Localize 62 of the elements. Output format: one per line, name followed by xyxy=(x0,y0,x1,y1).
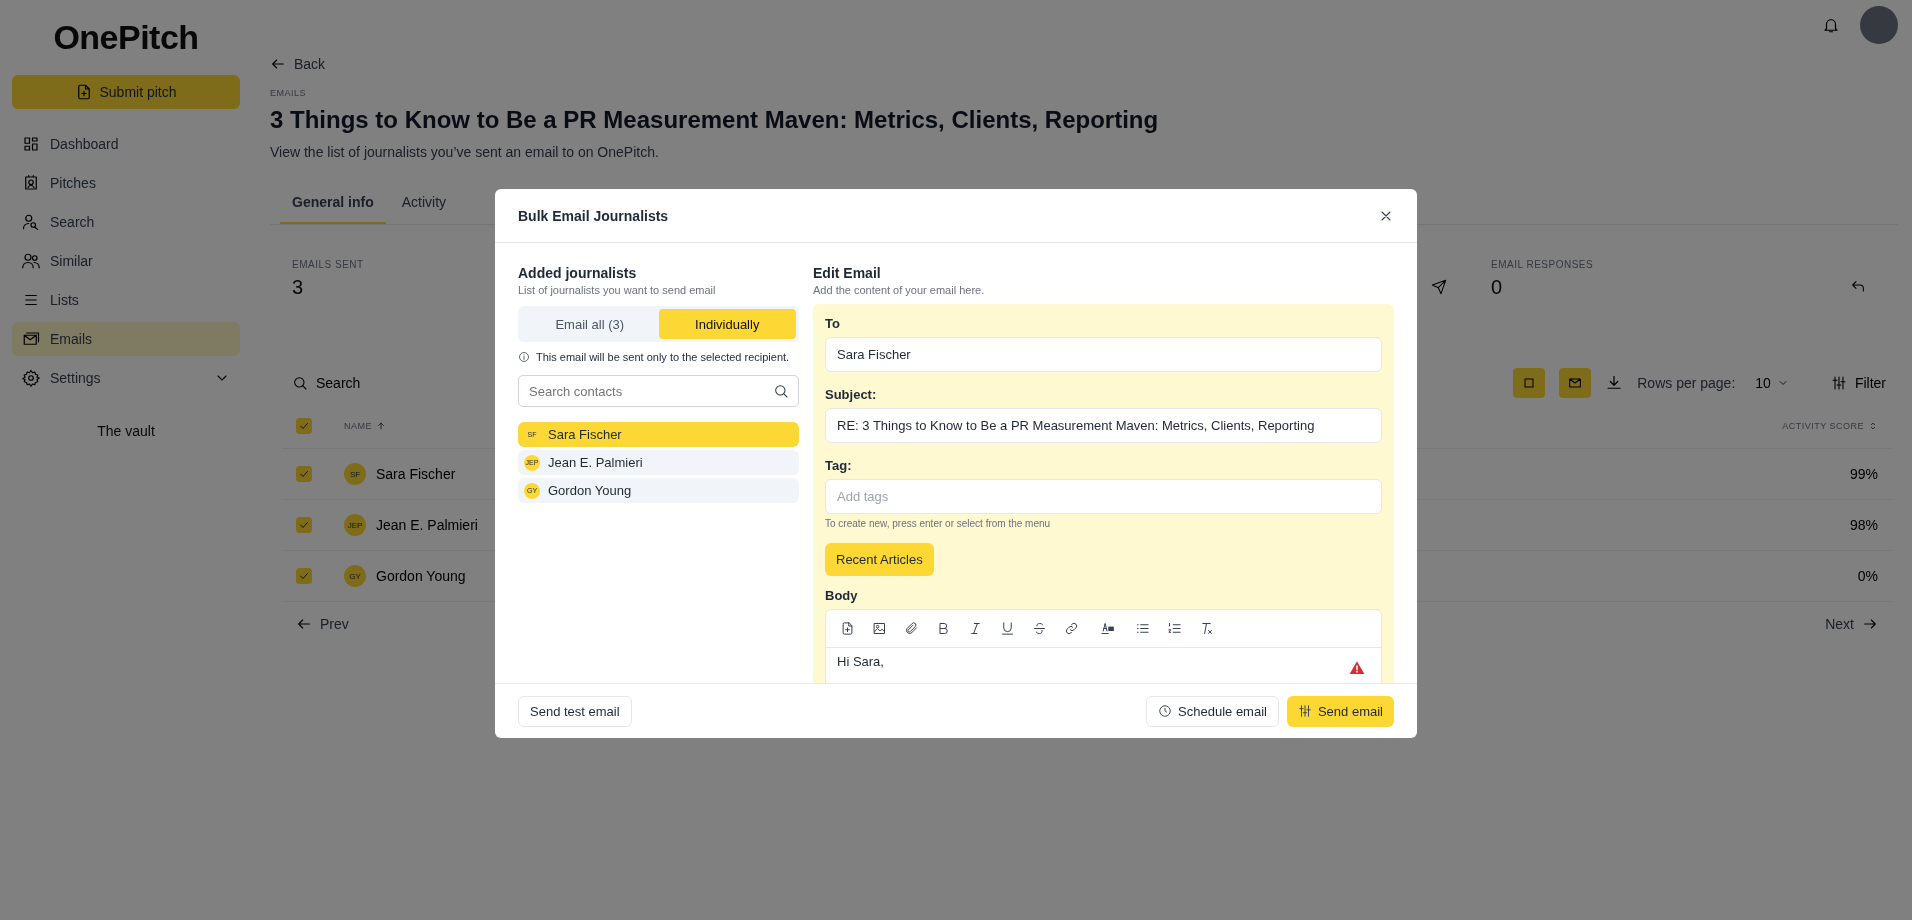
email-body-field[interactable]: Hi Sara, xyxy=(826,648,1381,683)
mode-option[interactable]: Individually xyxy=(658,309,796,339)
recent-articles-button[interactable]: Recent Articles xyxy=(825,543,934,576)
sidebar-item[interactable]: Lists xyxy=(12,283,240,317)
sidebar-item[interactable]: Pitches xyxy=(12,166,240,200)
contact-name: Sara Fischer xyxy=(548,427,622,442)
column-header[interactable]: NAME xyxy=(344,420,386,431)
field-label: Body xyxy=(825,588,859,603)
mode-option[interactable]: Email all (3) xyxy=(521,309,659,339)
to-field[interactable]: Sara Fischer xyxy=(825,337,1382,372)
vault-link[interactable]: The vault xyxy=(12,423,240,439)
column-header[interactable]: ACTIVITY SCORE xyxy=(1782,420,1878,431)
tag-field[interactable]: Add tags xyxy=(825,479,1382,514)
initials-avatar: SF xyxy=(344,463,366,485)
sidebar-item[interactable]: Settings xyxy=(12,361,240,395)
stat-label: EMAIL RESPONSES xyxy=(1491,259,1594,270)
rows-per-page-label: Rows per page: xyxy=(1637,375,1736,391)
initials-avatar: JEP xyxy=(344,514,366,536)
sidebar-item[interactable]: Similar xyxy=(12,244,240,278)
tab[interactable]: General info xyxy=(280,186,386,224)
rows-per-page-select[interactable]: 10 xyxy=(1749,374,1795,392)
table-cell: Gordon Young xyxy=(376,568,466,584)
field-label: Tag: xyxy=(825,458,853,473)
table-cell: 99% xyxy=(1849,466,1878,482)
search-contacts-field[interactable]: Search contacts xyxy=(518,375,799,407)
search-field[interactable]: Search xyxy=(282,369,482,397)
stat-value: 3 xyxy=(292,276,304,299)
table-cell: Sara Fischer xyxy=(376,466,456,482)
field-label: To xyxy=(825,316,841,331)
schedule-email-button[interactable]: Schedule email xyxy=(1146,695,1279,727)
stat-label: EMAILS SENT xyxy=(292,259,364,270)
initials-avatar: GY xyxy=(344,565,366,587)
page-title: 3 Things to Know to Be a PR Measurement Maven: Metrics, Clients, Reporting xyxy=(270,106,1160,134)
page-subtitle: View the list of journalists you’ve sent an email to on OnePitch. xyxy=(270,144,660,160)
stat-value: 0 xyxy=(1491,276,1503,299)
back-link[interactable]: Back xyxy=(270,56,326,72)
submit-pitch-button[interactable]: Submit pitch xyxy=(12,75,240,109)
breadcrumb: EMAILS xyxy=(270,88,307,98)
field-hint: To create new, press enter or select from the menu xyxy=(825,518,1052,529)
sidebar-item[interactable]: Dashboard xyxy=(12,127,240,161)
send-test-email-button[interactable]: Send test email xyxy=(518,695,632,727)
mode-note: This email will be sent only to the selected recipient. xyxy=(536,351,790,363)
prev-link[interactable]: Prev xyxy=(296,616,349,632)
section-heading: Added journalists xyxy=(518,265,638,281)
table-cell: 0% xyxy=(1857,568,1878,584)
next-link[interactable]: Next xyxy=(1825,616,1878,632)
tab[interactable]: Activity xyxy=(389,186,459,224)
table-cell: Jean E. Palmieri xyxy=(376,517,478,533)
send-email-button[interactable]: Send email xyxy=(1286,695,1394,727)
section-heading: Edit Email xyxy=(813,265,882,281)
field-label: Subject: xyxy=(825,387,878,402)
filter-button[interactable]: Filter xyxy=(1824,374,1892,392)
contact-name: Jean E. Palmieri xyxy=(548,455,643,470)
section-subheading: List of journalists you want to send email xyxy=(518,284,717,296)
contact-name: Gordon Young xyxy=(548,483,632,498)
app-logo: OnePitch xyxy=(52,18,200,57)
modal-title: Bulk Email Journalists xyxy=(518,207,669,224)
sidebar-item[interactable]: Search xyxy=(12,205,240,239)
sidebar-item[interactable]: Emails xyxy=(12,322,240,356)
section-subheading: Add the content of your email here. xyxy=(813,284,986,296)
subject-field[interactable]: RE: 3 Things to Know to Be a PR Measurement Maven: Metrics, Clients, Reporting xyxy=(825,408,1382,443)
table-cell: 98% xyxy=(1849,517,1878,533)
